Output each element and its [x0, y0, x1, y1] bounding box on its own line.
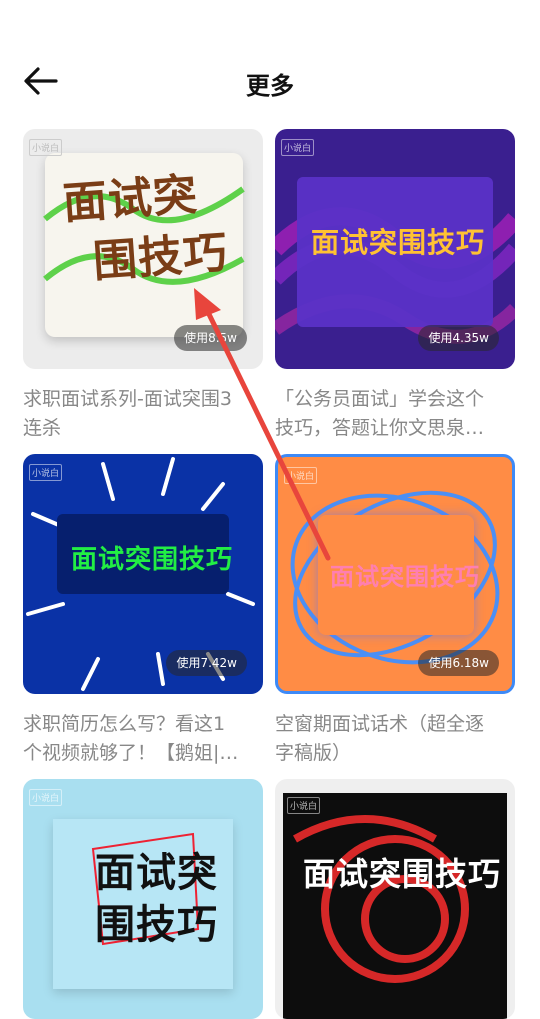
usage-badge: 使用8.5w — [174, 325, 247, 351]
template-card[interactable]: 面试突围技巧 小说白 使用4.35w 「公务员面试」学会这个 技巧，答题让你文思… — [275, 129, 515, 443]
title-line-1: 求职面试系列-面试突围3 — [23, 388, 232, 410]
template-thumbnail[interactable]: 面试突围技巧 小说白 — [275, 779, 515, 1019]
watermark-logo: 小说白 — [281, 139, 315, 156]
template-title[interactable]: 求职面试系列-面试突围3 连杀 — [23, 385, 263, 443]
art-title-line: 面试突围技巧 — [303, 855, 502, 893]
title-line-1: 求职简历怎么写？看这1 — [23, 713, 226, 735]
template-card[interactable]: 面试突围技巧 小说白 使用7.42w 求职简历怎么写？看这1 个视频就够了！【鹅… — [23, 454, 263, 768]
template-thumbnail[interactable]: 面试突围技巧 小说白 使用6.18w — [275, 454, 515, 694]
title-line-2: 技巧，答题让你文思泉… — [275, 417, 485, 439]
template-card[interactable]: 面试突围技巧 小说白 — [275, 779, 515, 1019]
top-bar: 更多 — [0, 0, 540, 120]
template-thumbnail[interactable]: 面试突围技巧 小说白 使用4.35w — [275, 129, 515, 369]
usage-badge: 使用6.18w — [418, 650, 499, 676]
thumbnail-art: 面试突围技巧 小说白 — [275, 779, 515, 1019]
art-title-line: 面试突围技巧 — [311, 226, 486, 259]
title-line-1: 空窗期面试话术（超全逐 — [275, 713, 485, 735]
art-title-line: 围技巧 — [91, 227, 230, 288]
template-card[interactable]: 面试突 围技巧 小说白 使用8.5w 求职面试系列-面试突围3 连杀 — [23, 129, 263, 443]
template-card-selected[interactable]: 面试突围技巧 小说白 使用6.18w 空窗期面试话术（超全逐 字稿版） — [275, 454, 515, 768]
template-thumbnail[interactable]: 面试突围技巧 小说白 使用7.42w — [23, 454, 263, 694]
watermark-logo: 小说白 — [29, 464, 63, 481]
title-line-2: 连杀 — [23, 417, 62, 439]
title-line-1: 「公务员面试」学会这个 — [275, 388, 485, 410]
watermark-logo: 小说白 — [29, 139, 63, 156]
template-thumbnail[interactable]: 面试突 围技巧 小说白 使用8.5w — [23, 129, 263, 369]
template-title[interactable]: 求职简历怎么写？看这1 个视频就够了！【鹅姐|… — [23, 710, 263, 768]
watermark-logo: 小说白 — [29, 789, 63, 806]
watermark-logo: 小说白 — [284, 467, 318, 484]
template-title[interactable]: 空窗期面试话术（超全逐 字稿版） — [275, 710, 515, 768]
title-line-2: 个视频就够了！【鹅姐|… — [23, 742, 239, 764]
art-title-line: 围技巧 — [95, 902, 218, 948]
page-title: 更多 — [246, 72, 294, 100]
template-title[interactable]: 「公务员面试」学会这个 技巧，答题让你文思泉… — [275, 385, 515, 443]
usage-badge: 使用4.35w — [418, 325, 499, 351]
template-thumbnail[interactable]: 面试突 围技巧 小说白 — [23, 779, 263, 1019]
art-title-line: 面试突围技巧 — [71, 545, 234, 575]
template-card[interactable]: 面试突 围技巧 小说白 — [23, 779, 263, 1019]
watermark-logo: 小说白 — [287, 797, 321, 814]
art-title-line: 面试突 — [61, 169, 200, 230]
art-title-line: 面试突 — [95, 850, 218, 896]
title-line-2: 字稿版） — [275, 742, 352, 764]
usage-badge: 使用7.42w — [166, 650, 247, 676]
art-title-line: 面试突围技巧 — [330, 563, 480, 591]
thumbnail-art: 面试突 围技巧 小说白 — [23, 779, 263, 1019]
